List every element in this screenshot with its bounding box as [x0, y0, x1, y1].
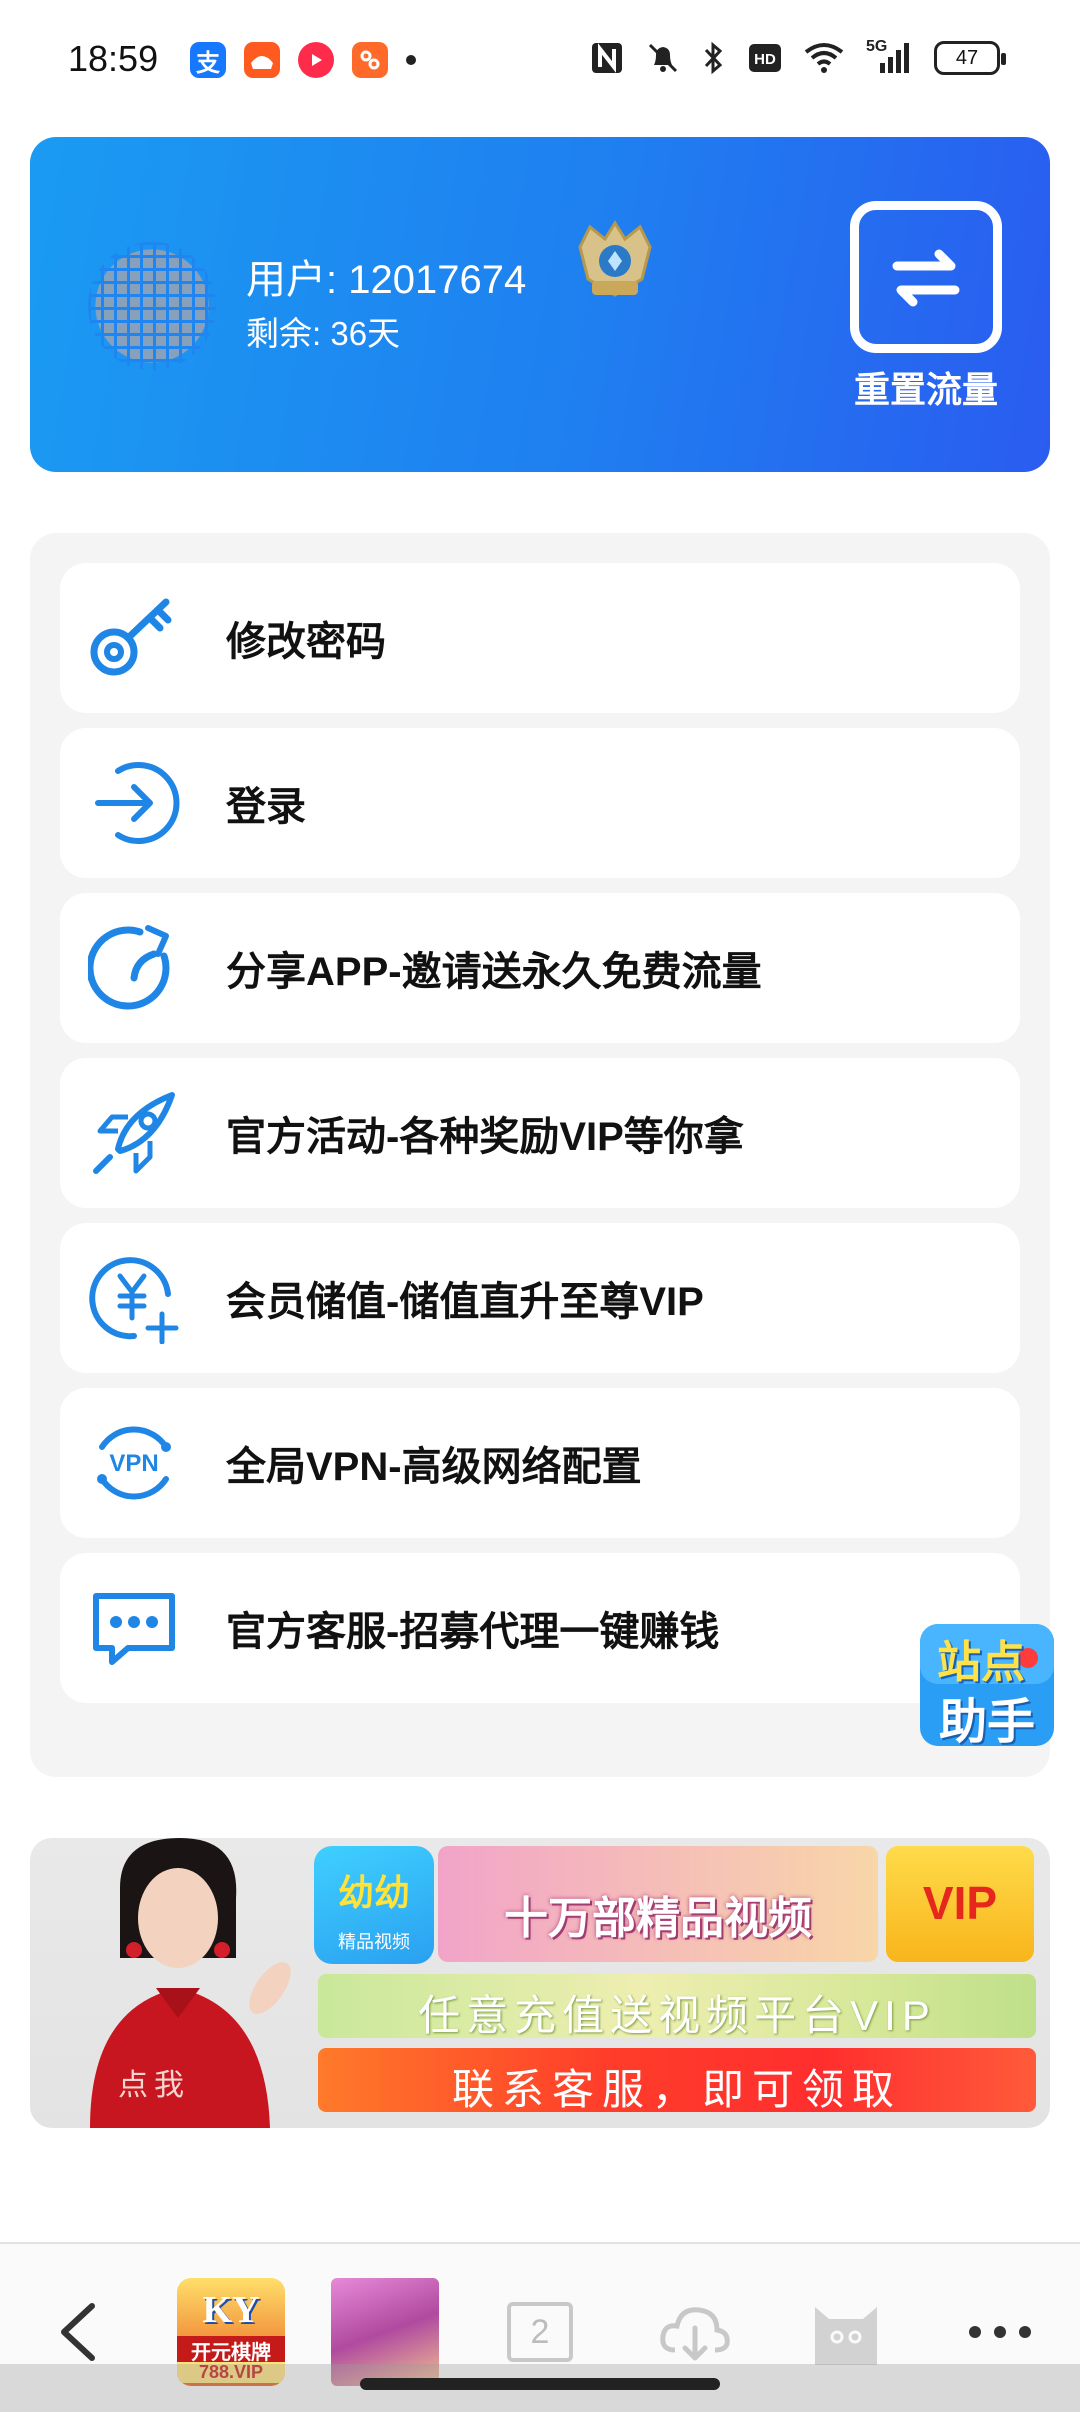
network-type-label: 5G: [866, 38, 888, 55]
remaining-days: 剩余: 36天: [246, 315, 401, 352]
chat-icon: [93, 1593, 175, 1665]
banner-line-2: 联系客服，即可领取: [318, 2048, 1036, 2113]
video-icon: [298, 42, 334, 78]
svg-text:VPN: VPN: [109, 1450, 158, 1477]
user-header-card: 用户: 12017674 剩余: 36天 重置流量: [30, 137, 1050, 472]
menu-item-share-app[interactable]: 分享APP-邀请送永久免费流量: [60, 893, 1020, 1043]
more-icon: [969, 2326, 1031, 2338]
status-time: 18:59: [68, 38, 159, 79]
user-id: 用户: 12017674: [246, 258, 527, 302]
helper-label-line1: 站点: [937, 1638, 1025, 1687]
battery-indicator: 47: [934, 41, 1006, 75]
cat-icon: [815, 2307, 877, 2365]
taobao-icon: [244, 42, 280, 78]
cloud-download-icon: [660, 2307, 730, 2361]
banner-title-bar: 十万部精品视频: [438, 1846, 878, 1962]
banner-app-subtitle: 精品视频: [338, 1932, 410, 1952]
reset-traffic-button[interactable]: 重置流量: [838, 201, 1014, 411]
bluetooth-icon: [702, 40, 726, 76]
menu-item-customer-service[interactable]: 官方客服-招募代理一键赚钱: [60, 1553, 1020, 1703]
mute-icon: [646, 40, 680, 76]
status-bar: 18:59 支 HD 5G 47: [0, 0, 1080, 124]
menu-item-label: 会员储值-储值直升至尊VIP: [226, 1280, 704, 1324]
yuan-add-icon: [89, 1257, 179, 1344]
banner-vip-badge: VIP: [886, 1846, 1034, 1962]
banner-title: 十万部精品视频: [504, 1894, 812, 1943]
shortcut-label: 开元棋牌: [177, 2336, 285, 2365]
helper-label-line2: 助手: [938, 1696, 1035, 1749]
rank-badge-icon: [578, 220, 652, 297]
banner-vip-text: VIP: [922, 1877, 998, 1929]
share-icon: [88, 925, 170, 1010]
alipay-icon: 支: [190, 42, 226, 78]
menu-item-global-vpn[interactable]: VPN 全局VPN-高级网络配置: [60, 1388, 1020, 1538]
key-icon: [90, 598, 172, 676]
system-status-icons: HD 5G 47: [590, 38, 1006, 76]
menu-item-member-recharge[interactable]: 会员储值-储值直升至尊VIP: [60, 1223, 1020, 1373]
menu-item-label: 官方活动-各种奖励VIP等你拿: [226, 1115, 744, 1159]
app-icon: [352, 42, 388, 78]
notification-icons: 支: [190, 42, 416, 78]
menu-item-label: 修改密码: [226, 620, 386, 664]
banner-app-name: 幼幼: [337, 1872, 410, 1913]
site-helper-floating-button[interactable]: 站点 助手: [916, 1620, 1058, 1750]
banner-line-1: 任意充值送视频平台VIP: [318, 1974, 1036, 2039]
hd-icon: HD: [748, 40, 782, 76]
banner-line-1-text: 任意充值送视频平台VIP: [418, 1992, 936, 2039]
banner-app-logo: 幼幼 精品视频: [314, 1846, 434, 1964]
nfc-icon: [590, 40, 624, 76]
menu-item-official-activity[interactable]: 官方活动-各种奖励VIP等你拿: [60, 1058, 1020, 1208]
vpn-icon: VPN: [97, 1426, 171, 1500]
reset-traffic-label: 重置流量: [853, 369, 998, 410]
back-icon: [61, 2303, 95, 2361]
menu-panel: 修改密码 登录 分享APP-邀请送永久免费流量 官方活动-各种奖励VIP等你拿: [30, 533, 1050, 1777]
avatar-pixel-overlay: [88, 242, 216, 370]
home-indicator[interactable]: [360, 2378, 720, 2390]
promo-banner[interactable]: 点我 幼幼 精品视频 十万部精品视频 VIP 任意充值送视频平台VIP 联系客服…: [30, 1838, 1050, 2128]
refresh-icon: [850, 201, 1002, 353]
banner-click-text: 点我: [118, 2069, 190, 2102]
menu-item-change-password[interactable]: 修改密码: [60, 563, 1020, 713]
banner-model-image: [90, 1838, 291, 2128]
menu-item-login[interactable]: 登录: [60, 728, 1020, 878]
menu-item-label: 全局VPN-高级网络配置: [226, 1445, 642, 1489]
rocket-icon: [93, 1092, 175, 1174]
tab-count: 2: [507, 2302, 573, 2362]
svg-text:HD: HD: [754, 51, 776, 68]
wifi-icon: [804, 40, 844, 76]
signal-icon: 5G: [866, 38, 912, 76]
more-notifications-dot: [406, 55, 416, 65]
menu-item-label: 分享APP-邀请送永久免费流量: [226, 950, 762, 994]
menu-item-label: 登录: [226, 785, 306, 829]
menu-item-label: 官方客服-招募代理一键赚钱: [226, 1610, 720, 1654]
shortcut-logo-text: KY: [202, 2289, 260, 2331]
login-icon: [95, 762, 180, 844]
banner-line-2-text: 联系客服，即可领取: [451, 2066, 902, 2113]
